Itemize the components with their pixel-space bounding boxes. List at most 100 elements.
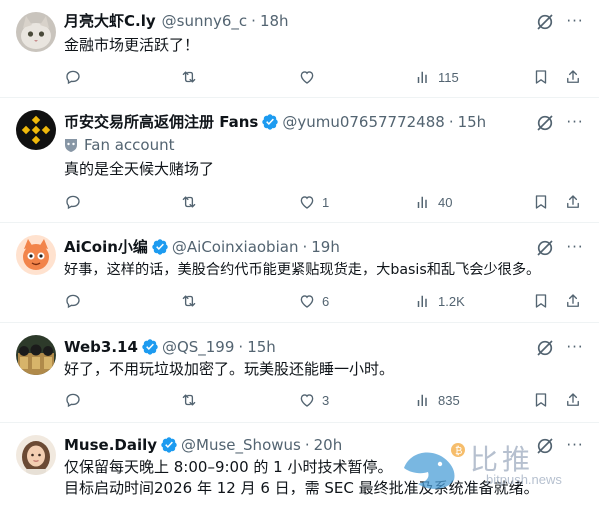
separator-dot: · xyxy=(302,238,308,256)
display-name[interactable]: Muse.Daily xyxy=(64,435,157,455)
views-count: 115 xyxy=(438,69,459,85)
tweet-actions: 6 1.2K xyxy=(64,291,583,311)
tweet-header: Web3.14 @QS_199 · 15h xyxy=(64,337,276,357)
grok-icon[interactable] xyxy=(535,338,555,358)
views-button[interactable]: 1.2K xyxy=(414,291,465,311)
binance-logo-avatar[interactable] xyxy=(16,110,56,150)
display-name[interactable]: 月亮大虾C.ly xyxy=(64,11,156,31)
like-button[interactable]: 1 xyxy=(298,192,329,212)
user-handle[interactable]: @sunny6_c xyxy=(162,11,248,31)
share-icon xyxy=(564,292,582,310)
verified-badge-icon xyxy=(141,338,159,356)
share-icon xyxy=(564,68,582,86)
bookmark-icon xyxy=(532,193,550,211)
views-button[interactable]: 115 xyxy=(414,67,459,87)
tweet-card[interactable]: AiCoin小编 @AiCoinxiaobian · 19h ··· 好事，这样… xyxy=(0,223,599,323)
more-options-icon[interactable]: ··· xyxy=(565,435,585,455)
like-button[interactable]: 6 xyxy=(298,291,329,311)
tweet-text: 真的是全天候大赌场了 xyxy=(64,160,215,178)
display-name[interactable]: AiCoin小编 xyxy=(64,237,148,257)
retweet-button[interactable] xyxy=(180,192,198,212)
grok-icon[interactable] xyxy=(535,436,555,456)
timestamp[interactable]: 19h xyxy=(311,237,340,257)
like-button[interactable] xyxy=(298,67,316,87)
more-options-icon[interactable]: ··· xyxy=(565,11,585,31)
user-handle[interactable]: @yumu07657772488 xyxy=(282,112,444,132)
tweet-text: 好了，不用玩垃圾加密了。玩美股还能睡一小时。 xyxy=(64,360,395,378)
tweet-actions: 115 xyxy=(64,67,583,87)
like-count: 3 xyxy=(322,392,330,408)
timestamp[interactable]: 20h xyxy=(314,435,343,455)
views-chart-icon xyxy=(414,292,432,310)
reply-button[interactable] xyxy=(64,390,82,410)
mask-icon xyxy=(65,139,77,152)
bookmark-button[interactable] xyxy=(532,192,550,212)
heart-icon xyxy=(298,292,316,310)
share-icon xyxy=(564,391,582,409)
retweet-button[interactable] xyxy=(180,390,198,410)
tweet-header: AiCoin小编 @AiCoinxiaobian · 19h xyxy=(64,237,340,257)
share-icon xyxy=(564,193,582,211)
separator-dot: · xyxy=(251,12,256,30)
more-options-icon[interactable]: ··· xyxy=(565,237,585,257)
grok-icon[interactable] xyxy=(535,12,555,32)
woman-avatar[interactable] xyxy=(16,435,56,475)
reply-icon xyxy=(64,68,82,86)
share-button[interactable] xyxy=(564,67,582,87)
views-button[interactable]: 835 xyxy=(414,390,460,410)
tweet-card[interactable]: 月亮大虾C.ly @sunny6_c · 18h ··· 金融市场更活跃了！ 1… xyxy=(0,0,599,98)
verified-badge-icon xyxy=(160,436,178,454)
tweet-card[interactable]: 币安交易所高返佣注册 Fans @yumu07657772488 · 15h ·… xyxy=(0,98,599,223)
share-button[interactable] xyxy=(564,291,582,311)
retweet-icon xyxy=(180,68,198,86)
views-count: 1.2K xyxy=(438,293,465,309)
retweet-icon xyxy=(180,193,198,211)
timestamp[interactable]: 15h xyxy=(458,112,487,132)
display-name[interactable]: 币安交易所高返佣注册 Fans xyxy=(64,112,258,132)
grok-icon[interactable] xyxy=(535,113,555,133)
like-button[interactable]: 3 xyxy=(298,390,329,410)
views-chart-icon xyxy=(414,391,432,409)
verified-badge-icon xyxy=(151,238,169,256)
share-button[interactable] xyxy=(564,390,582,410)
retweet-button[interactable] xyxy=(180,67,198,87)
bookmark-button[interactable] xyxy=(532,67,550,87)
timestamp[interactable]: 15h xyxy=(247,337,276,357)
views-chart-icon xyxy=(414,193,432,211)
group-avatar[interactable] xyxy=(16,335,56,375)
display-name[interactable]: Web3.14 xyxy=(64,337,138,357)
fan-account-label: Fan account xyxy=(64,135,174,155)
grok-icon[interactable] xyxy=(535,238,555,258)
heart-icon xyxy=(298,68,316,86)
separator-dot: · xyxy=(238,338,244,356)
watermark-url: bitpush.news xyxy=(486,472,562,487)
user-handle[interactable]: @QS_199 xyxy=(162,337,234,357)
bookmark-button[interactable] xyxy=(532,390,550,410)
retweet-button[interactable] xyxy=(180,291,198,311)
heart-icon xyxy=(298,391,316,409)
reply-button[interactable] xyxy=(64,192,82,212)
retweet-icon xyxy=(180,391,198,409)
tweet-header: Muse.Daily @Muse_Showus · 20h xyxy=(64,435,342,455)
share-button[interactable] xyxy=(564,192,582,212)
user-handle[interactable]: @Muse_Showus xyxy=(181,435,301,455)
bookmark-icon xyxy=(532,68,550,86)
tweet-text: 金融市场更活跃了！ xyxy=(64,36,200,54)
views-button[interactable]: 40 xyxy=(414,192,452,212)
bookmark-button[interactable] xyxy=(532,291,550,311)
mascot-avatar[interactable] xyxy=(16,235,56,275)
bookmark-icon xyxy=(532,391,550,409)
user-handle[interactable]: @AiCoinxiaobian xyxy=(172,237,299,257)
reply-icon xyxy=(64,193,82,211)
cat-avatar[interactable] xyxy=(16,12,56,52)
tweet-card[interactable]: Web3.14 @QS_199 · 15h ··· 好了，不用玩垃圾加密了。玩美… xyxy=(0,323,599,423)
timestamp[interactable]: 18h xyxy=(260,11,289,31)
more-options-icon[interactable]: ··· xyxy=(565,112,585,132)
tweet-header: 币安交易所高返佣注册 Fans @yumu07657772488 · 15h xyxy=(64,112,486,132)
reply-button[interactable] xyxy=(64,291,82,311)
reply-button[interactable] xyxy=(64,67,82,87)
tweet-text: 好事，这样的话，美股合约代币能更紧贴现货走，大basis和乱飞会少很多。 xyxy=(64,262,541,278)
tweet-actions: 1 40 xyxy=(64,192,583,212)
more-options-icon[interactable]: ··· xyxy=(565,337,585,357)
separator-dot: · xyxy=(448,113,454,131)
